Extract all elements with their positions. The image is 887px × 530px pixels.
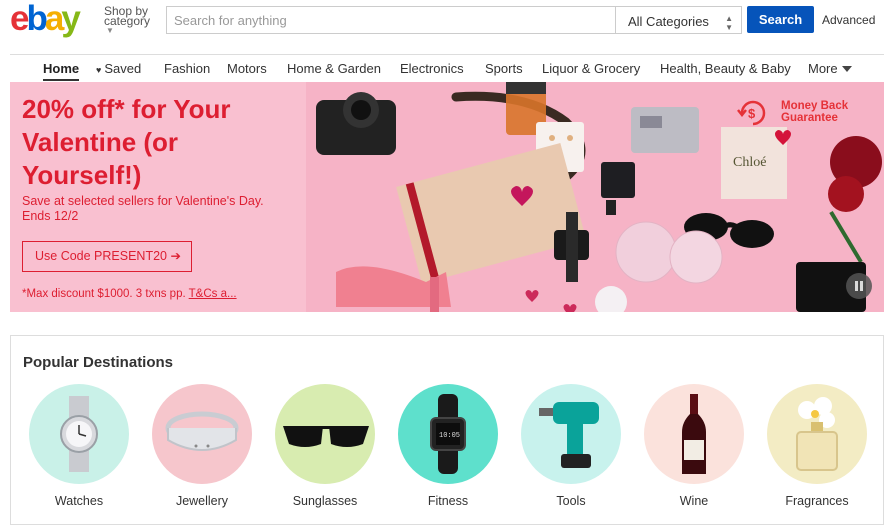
- main-nav: Home ♥ Saved Fashion Motors Home & Garden…: [10, 54, 884, 82]
- chevron-down-icon: ▲ ▼: [725, 14, 733, 32]
- search-box: All Categories ▲▼: [166, 6, 742, 34]
- hero-banner[interactable]: 20% off* for Your Valentine (or Yourself…: [10, 82, 884, 312]
- destination-fitness[interactable]: 10:05 Fitness: [398, 384, 498, 514]
- section-title: Popular Destinations: [23, 354, 174, 371]
- destination-wine[interactable]: Wine: [644, 384, 744, 514]
- terms-link[interactable]: T&Cs a...: [189, 288, 237, 300]
- banner-note: *Max discount $1000. 3 txns pp. T&Cs a..…: [22, 288, 237, 300]
- caret-down-icon: [841, 66, 852, 72]
- nav-item-health-beauty-baby[interactable]: Health, Beauty & Baby: [660, 61, 791, 76]
- nav-item-liquor-grocery[interactable]: Liquor & Grocery: [542, 61, 640, 76]
- bracelet-icon: [165, 411, 239, 451]
- money-back-guarantee-badge: $ Money Back Guarantee: [736, 96, 876, 130]
- svg-text:10:05: 10:05: [439, 432, 460, 440]
- banner-subtitle: Save at selected sellers for Valentine's…: [22, 194, 264, 223]
- wine-bottle-icon: [682, 394, 706, 474]
- destination-fragrances[interactable]: Fragrances: [767, 384, 867, 514]
- nav-item-fashion[interactable]: Fashion: [164, 61, 210, 76]
- banner-text-panel: 20% off* for Your Valentine (or Yourself…: [10, 82, 306, 312]
- nav-item-saved[interactable]: ♥ Saved: [96, 61, 141, 76]
- header: ebay Shop by category ▼ All Categories ▲…: [0, 0, 887, 40]
- nav-item-motors[interactable]: Motors: [227, 61, 267, 76]
- fitness-tracker-icon: 10:05: [430, 394, 466, 474]
- svg-text:Chloé: Chloé: [733, 155, 766, 170]
- pause-icon: [855, 281, 863, 291]
- sunglasses-icon: [283, 426, 369, 447]
- nav-item-electronics[interactable]: Electronics: [400, 61, 464, 76]
- destination-tools[interactable]: Tools: [521, 384, 621, 514]
- category-select[interactable]: All Categories ▲ ▼: [615, 7, 742, 33]
- destination-jewellery[interactable]: Jewellery: [152, 384, 252, 514]
- nav-item-home-garden[interactable]: Home & Garden: [287, 61, 381, 76]
- drill-icon: [539, 402, 599, 468]
- destination-sunglasses[interactable]: Sunglasses: [275, 384, 375, 514]
- nav-item-home[interactable]: Home: [43, 61, 80, 81]
- svg-text:$: $: [748, 106, 756, 121]
- nav-item-sports[interactable]: Sports: [485, 61, 523, 76]
- popular-destinations: Popular Destinations Watches Jewellery S…: [10, 335, 884, 525]
- banner-image: Chloé $ Money Back Guarantee: [306, 82, 884, 312]
- pause-button[interactable]: [846, 273, 872, 299]
- ebay-logo[interactable]: ebay: [10, 1, 81, 37]
- shop-by-category-button[interactable]: Shop by category ▼: [104, 5, 164, 35]
- search-button[interactable]: Search: [747, 6, 814, 33]
- advanced-search-link[interactable]: Advanced: [822, 13, 875, 27]
- destination-watches[interactable]: Watches: [29, 384, 129, 514]
- perfume-icon: [796, 397, 838, 471]
- heart-icon: ♥: [96, 65, 102, 75]
- banner-title: 20% off* for Your Valentine (or Yourself…: [22, 94, 231, 190]
- nav-item-more[interactable]: More: [808, 61, 852, 76]
- banner-cta-button[interactable]: Use Code PRESENT20 ➔: [22, 241, 192, 272]
- search-input[interactable]: [167, 7, 615, 33]
- money-back-icon: $: [737, 100, 766, 126]
- chevron-down-icon: ▼: [106, 26, 114, 35]
- watch-icon: [60, 396, 98, 472]
